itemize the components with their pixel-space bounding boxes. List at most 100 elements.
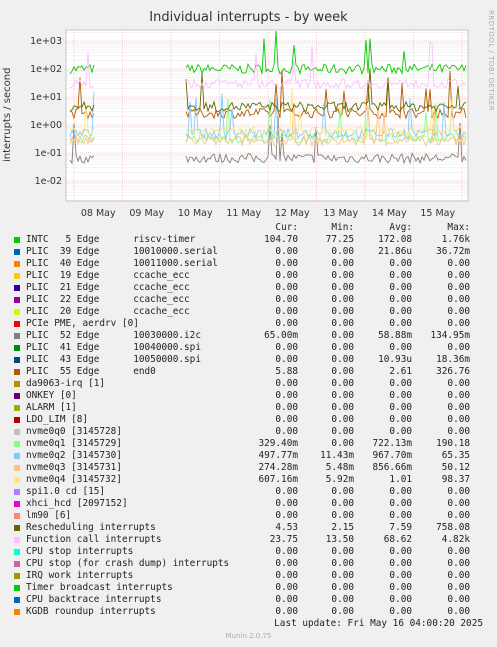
legend-row: PLIC 22 Edge ccache_ecc 0.00 0.00 0.00 0.00 <box>0 294 497 306</box>
legend-swatch <box>14 441 20 447</box>
legend-series-name: PLIC 19 Edge ccache_ecc <box>26 270 190 281</box>
legend-series-name: IRQ work interrupts <box>26 570 134 581</box>
x-tick-label: 08 May <box>81 208 116 219</box>
legend-row: PLIC 52 Edge 10030000.i2c 65.00m 0.00 58.88… <box>0 330 497 342</box>
y-tick-label: 1e+00 <box>30 120 62 131</box>
header-max: Max: <box>447 222 470 233</box>
legend-swatch <box>14 561 20 567</box>
x-tick-label: 15 May <box>420 208 455 219</box>
legend-series-name: PLIC 43 Edge 10050000.spi <box>26 354 201 365</box>
x-tick-label: 09 May <box>129 208 164 219</box>
legend-row: nvme0q4 [3145732] 607.16m 5.92m 1.01 98.37 <box>0 474 497 486</box>
y-tick-label: 1e-02 <box>35 176 62 187</box>
legend-series-name: PLIC 52 Edge 10030000.i2c <box>26 330 201 341</box>
legend-series-name: CPU stop (for crash dump) interrupts <box>26 558 230 569</box>
x-tick-label: 12 May <box>275 208 310 219</box>
y-tick-label: 1e+01 <box>30 92 62 103</box>
x-tick-label: 10 May <box>178 208 213 219</box>
legend-row: CPU backtrace interrupts 0.00 0.00 0.00 0.00 <box>0 594 497 606</box>
legend-row: xhci_hcd [2097152] 0.00 0.00 0.00 0.00 <box>0 498 497 510</box>
legend-series-name: nvme0q4 [3145732] <box>26 474 122 485</box>
legend-series-name: PLIC 22 Edge ccache_ecc <box>26 294 190 305</box>
legend-max-value: 0.00 <box>447 570 470 581</box>
legend-swatch <box>14 369 20 375</box>
legend-swatch <box>14 333 20 339</box>
legend-swatch <box>14 309 20 315</box>
y-tick-labels: 1e+03 1e+02 1e+01 1e+00 1e-01 1e-02 <box>30 36 62 187</box>
legend-max-value: 0.00 <box>447 546 470 557</box>
legend-series-name: PLIC 39 Edge 10010000.serial <box>26 246 218 257</box>
legend-max-value: 0.00 <box>447 258 470 269</box>
legend-max-value: 0.00 <box>447 342 470 353</box>
legend-series-name: LDO_LIM [8] <box>26 414 89 425</box>
legend-swatch <box>14 525 20 531</box>
legend-max-value: 0.00 <box>447 510 470 521</box>
legend-row: Rescheduling interrupts 4.53 2.15 7.59 758.0… <box>0 522 497 534</box>
legend-swatch <box>14 261 20 267</box>
legend-series-name: CPU backtrace interrupts <box>26 594 162 605</box>
x-tick-label: 14 May <box>372 208 407 219</box>
legend-row: PLIC 41 Edge 10040000.spi 0.00 0.00 0.00 0.0… <box>0 342 497 354</box>
legend-row: lm90 [6] 0.00 0.00 0.00 0.00 <box>0 510 497 522</box>
chart-area: 1e+03 1e+02 1e+01 1e+00 1e-01 1e-02 08 May 09 … <box>30 29 469 219</box>
legend-series-name: Function call interrupts <box>26 534 162 545</box>
legend-swatch <box>14 453 20 459</box>
legend-series-name: Timer broadcast interrupts <box>26 582 173 593</box>
legend-max-value: 36.72m <box>436 246 470 257</box>
legend-row: nvme0q0 [3145728] 0.00 0.00 0.00 0.00 <box>0 426 497 438</box>
legend-swatch <box>14 537 20 543</box>
legend-swatch <box>14 237 20 243</box>
legend-series-name: PLIC 55 Edge end0 <box>26 366 156 377</box>
legend-row: PLIC 43 Edge 10050000.spi 0.00 0.00 10.93u 1… <box>0 354 497 366</box>
legend-max-value: 190.18 <box>436 438 470 449</box>
legend-series-name: PLIC 21 Edge ccache_ecc <box>26 282 190 293</box>
legend-swatch <box>14 249 20 255</box>
legend-row: KGDB roundup interrupts 0.00 0.00 0.00 0.00 <box>0 606 497 618</box>
legend-row: CPU stop interrupts 0.00 0.00 0.00 0.00 <box>0 546 497 558</box>
legend-max-value: 758.08 <box>436 522 470 533</box>
legend-swatch <box>14 609 20 615</box>
legend-row: PLIC 19 Edge ccache_ecc 0.00 0.00 0.00 0.00 <box>0 270 497 282</box>
legend-swatch <box>14 597 20 603</box>
legend-swatch <box>14 477 20 483</box>
legend-swatch <box>14 417 20 423</box>
legend-row: IRQ work interrupts 0.00 0.00 0.00 0.00 <box>0 570 497 582</box>
legend-series-name: PLIC 20 Edge ccache_ecc <box>26 306 190 317</box>
legend-swatch <box>14 345 20 351</box>
legend-max-value: 0.00 <box>447 486 470 497</box>
legend-row: PCIe PME, aerdrv [0] 0.00 0.00 0.00 0.00 <box>0 318 497 330</box>
legend-max-value: 0.00 <box>447 378 470 389</box>
legend-max-value: 0.00 <box>447 558 470 569</box>
legend-swatch <box>14 357 20 363</box>
legend-series-name: PCIe PME, aerdrv [0] <box>26 318 139 329</box>
legend-row: spi1.0 cd [15] 0.00 0.00 0.00 0.00 <box>0 486 497 498</box>
legend-series-name: spi1.0 cd [15] <box>26 486 106 497</box>
legend-swatch <box>14 381 20 387</box>
legend-series-name: PLIC 40 Edge 10011000.serial <box>26 258 218 269</box>
legend-series-name: INTC 5 Edge riscv-timer <box>26 234 196 245</box>
legend-series-name: nvme0q1 [3145729] <box>26 438 122 449</box>
legend-swatch <box>14 405 20 411</box>
legend-max-value: 326.76 <box>436 366 470 377</box>
legend-series-name: CPU stop interrupts <box>26 546 134 557</box>
legend-swatch <box>14 321 20 327</box>
legend-row: LDO_LIM [8] 0.00 0.00 0.00 0.00 <box>0 414 497 426</box>
legend-swatch <box>14 489 20 495</box>
legend-row: nvme0q2 [3145730] 497.77m 11.43m 967.70m 65.… <box>0 450 497 462</box>
x-tick-label: 13 May <box>323 208 358 219</box>
legend-swatch <box>14 273 20 279</box>
legend-swatch <box>14 393 20 399</box>
legend-series-name: xhci_hcd [2097152] <box>26 498 128 509</box>
legend-row: nvme0q3 [3145731] 274.28m 5.48m 856.66m 50.1… <box>0 462 497 474</box>
legend-swatch <box>14 513 20 519</box>
y-tick-label: 1e+02 <box>30 64 62 75</box>
legend-swatch <box>14 297 20 303</box>
legend-swatch <box>14 465 20 471</box>
legend-max-value: 65.35 <box>441 450 470 461</box>
munin-version: Munin 2.0.75 <box>225 632 272 640</box>
legend-series-name: PLIC 41 Edge 10040000.spi <box>26 342 201 353</box>
legend-max-value: 0.00 <box>447 498 470 509</box>
legend-swatch <box>14 585 20 591</box>
legend-swatch <box>14 549 20 555</box>
legend-row: PLIC 21 Edge ccache_ecc 0.00 0.00 0.00 0.00 <box>0 282 497 294</box>
